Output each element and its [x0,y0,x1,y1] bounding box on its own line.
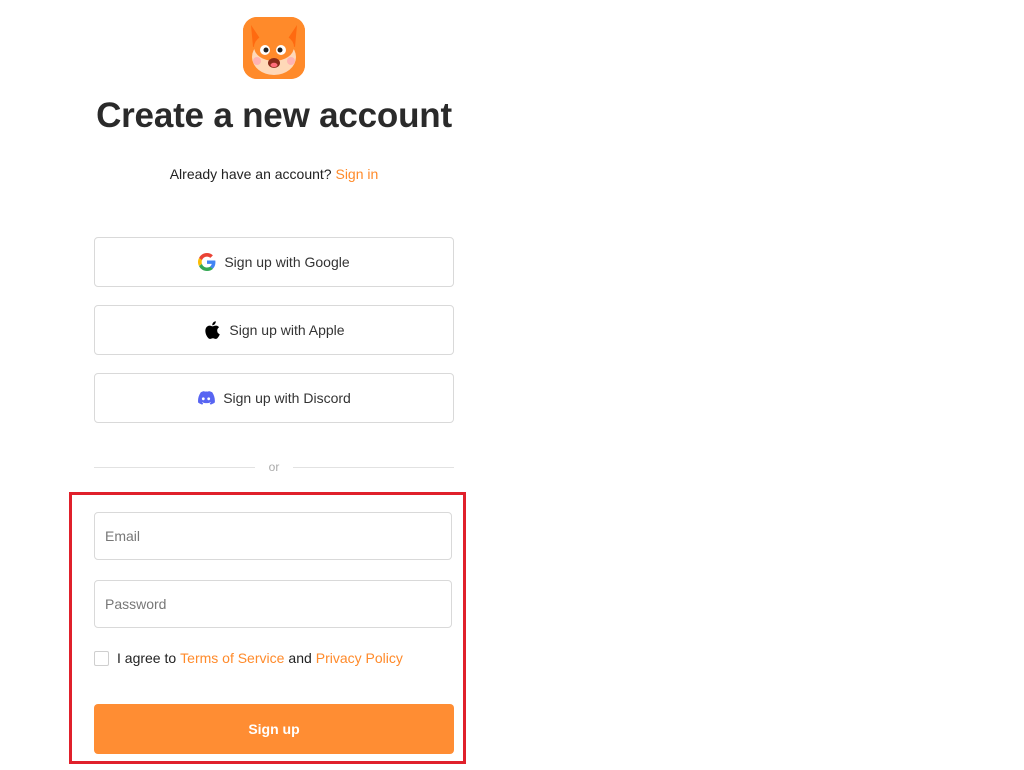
app-logo [243,17,305,79]
google-signup-label: Sign up with Google [224,254,350,270]
signin-prompt-text: Already have an account? [169,166,332,182]
fox-mascot-icon [243,17,305,79]
privacy-policy-link[interactable]: Privacy Policy [316,650,403,666]
email-input[interactable] [94,512,452,560]
google-icon [198,253,216,271]
signin-link[interactable]: Sign in [335,166,378,182]
divider-text: or [268,460,280,474]
agree-prefix-text: I agree to [117,650,177,666]
terms-agreement-row: I agree to Terms of Service and Privacy … [94,650,403,666]
terms-of-service-link[interactable]: Terms of Service [180,650,284,666]
and-text: and [288,650,312,666]
divider-line-right [293,466,455,468]
password-input[interactable] [94,580,452,628]
divider-line-left [94,466,255,468]
discord-icon [197,389,216,407]
or-divider: or [94,459,455,475]
apple-signup-button[interactable]: Sign up with Apple [94,305,454,355]
signup-submit-button[interactable]: Sign up [94,704,454,754]
apple-icon [203,321,221,339]
page-title: Create a new account [96,96,452,135]
discord-signup-label: Sign up with Discord [223,390,351,406]
signin-prompt-row: Already have an account? Sign in [94,166,454,182]
terms-checkbox[interactable] [94,650,109,666]
google-signup-button[interactable]: Sign up with Google [94,237,454,287]
apple-signup-label: Sign up with Apple [229,322,345,338]
discord-signup-button[interactable]: Sign up with Discord [94,373,454,423]
